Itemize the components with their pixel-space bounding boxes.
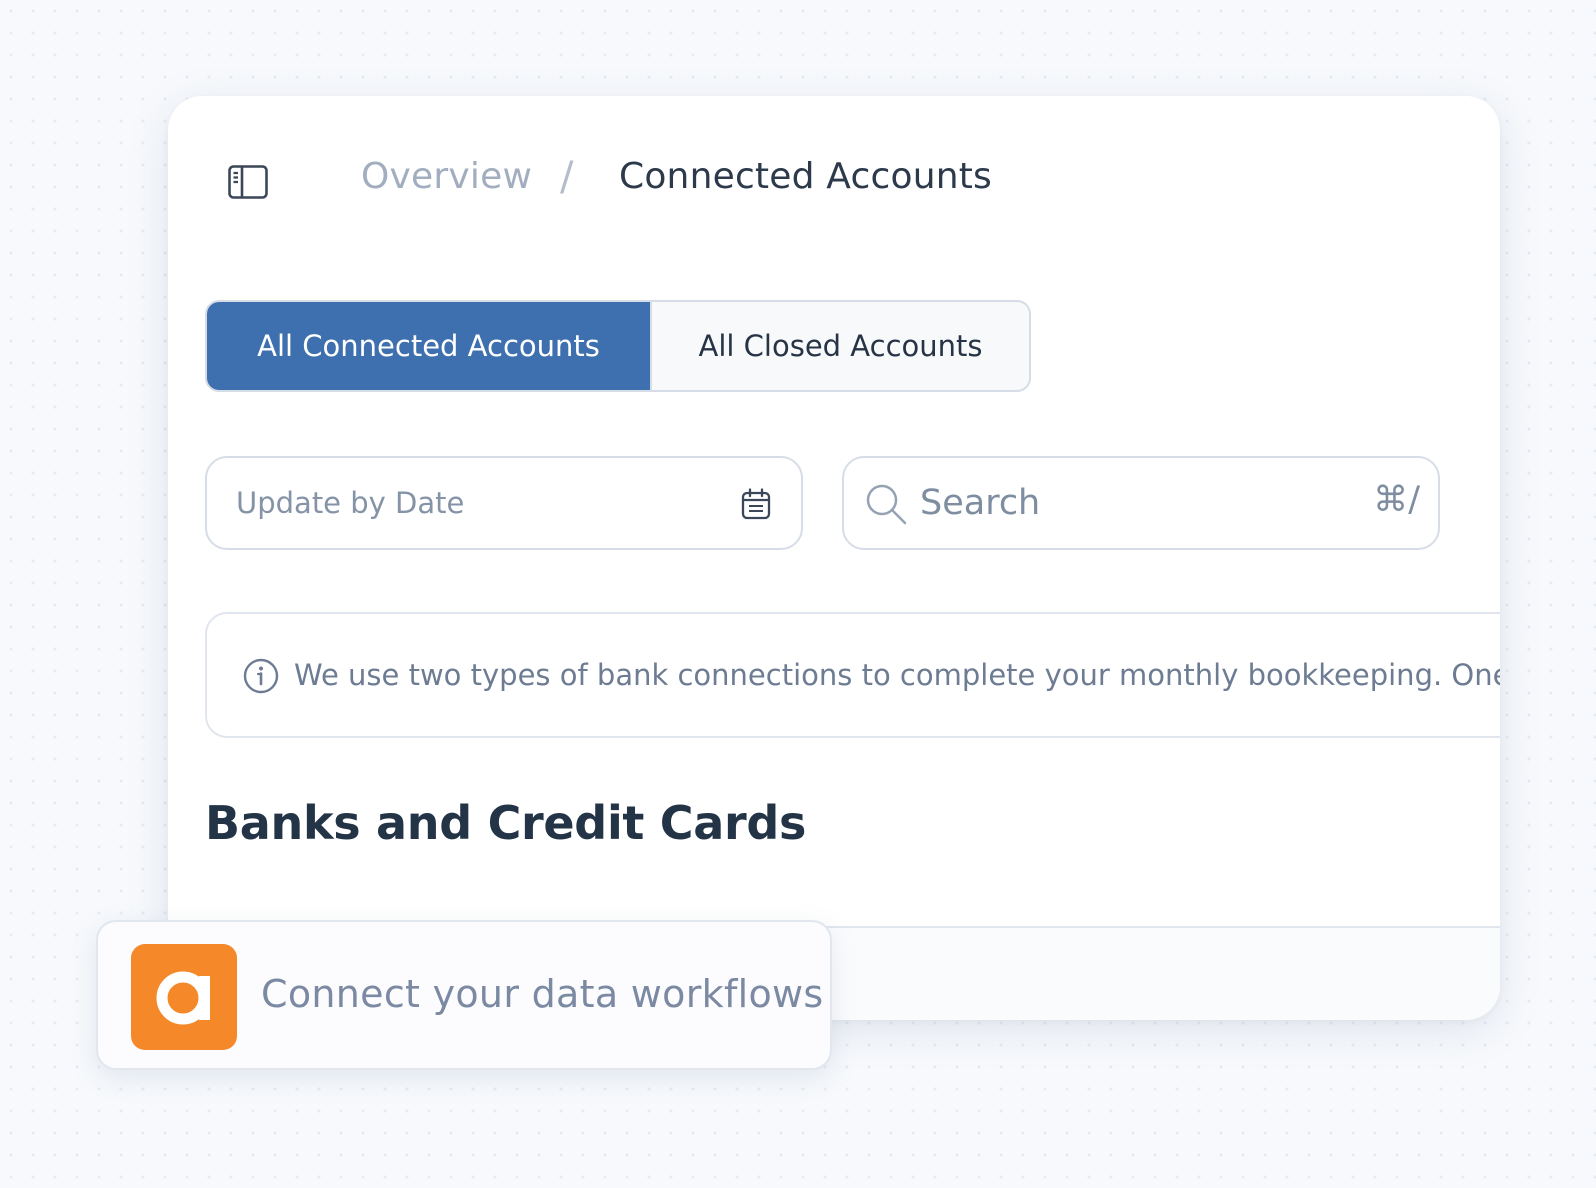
section-title: Banks and Credit Cards — [205, 796, 807, 850]
breadcrumb-overview-link[interactable]: Overview — [361, 156, 532, 197]
calendar-icon — [741, 488, 771, 520]
search-box: ⌘/ — [842, 456, 1440, 550]
page-title: Connected Accounts — [619, 156, 993, 197]
sidebar-toggle-button[interactable] — [228, 164, 268, 200]
tab-all-connected-accounts[interactable]: All Connected Accounts — [207, 302, 650, 390]
app-window: Overview / Connected Accounts All Connec… — [168, 96, 1500, 1020]
account-status-tabs: All Connected Accounts All Closed Accoun… — [205, 300, 1031, 392]
info-message: We use two types of bank connections to … — [294, 658, 1500, 692]
info-icon — [243, 658, 279, 694]
search-input[interactable] — [920, 474, 1320, 532]
tab-all-closed-accounts[interactable]: All Closed Accounts — [650, 302, 1029, 390]
brand-logo-icon — [156, 971, 210, 1025]
update-by-date-picker[interactable]: Update by Date — [205, 456, 803, 550]
search-icon — [866, 484, 907, 525]
sidebar-panel-icon — [228, 165, 268, 199]
info-banner: We use two types of bank connections to … — [205, 612, 1500, 738]
promo-card[interactable]: Connect your data workflows — [96, 920, 832, 1070]
search-shortcut-hint: ⌘/ — [1373, 480, 1420, 520]
brand-logo — [131, 944, 237, 1050]
breadcrumb-separator: / — [560, 154, 574, 200]
date-picker-label: Update by Date — [236, 486, 465, 520]
top-bar: Overview / Connected Accounts — [168, 96, 1500, 268]
promo-text: Connect your data workflows — [261, 972, 824, 1016]
